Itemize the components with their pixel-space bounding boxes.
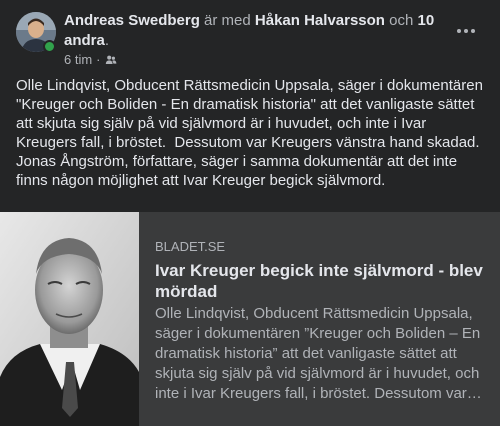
link-domain: BLADET.SE — [155, 239, 226, 254]
post-meta: 6 tim · — [64, 52, 117, 68]
meta-separator: · — [96, 52, 101, 67]
post-header-text: Andreas Swedberg är med Håkan Halvarsson… — [64, 11, 444, 51]
author-name[interactable]: Andreas Swedberg — [64, 12, 200, 29]
link-description: Olle Lindqvist, Obducent Rättsmedicin Up… — [155, 305, 481, 402]
with-text: är med — [204, 12, 251, 29]
post-header: Andreas Swedberg är med Håkan Halvarsson… — [0, 0, 500, 70]
post-body-text: Olle Lindqvist, Obducent Rättsmedicin Up… — [16, 77, 488, 189]
friends-icon[interactable] — [105, 54, 117, 66]
and-text: och — [389, 12, 414, 29]
more-options-button[interactable] — [448, 16, 484, 46]
online-status-dot — [43, 40, 56, 53]
more-dot-icon — [457, 29, 461, 33]
link-title[interactable]: Ivar Kreuger begick inte självmord - ble… — [155, 260, 485, 302]
post-time[interactable]: 6 tim — [64, 52, 92, 68]
period-text: . — [104, 32, 110, 49]
link-card-body: BLADET.SE Ivar Kreuger begick inte själv… — [155, 239, 485, 404]
more-dot-icon — [464, 29, 468, 33]
tagged-person[interactable]: Håkan Halvarsson — [255, 12, 385, 29]
more-dot-icon — [471, 29, 475, 33]
link-thumbnail — [0, 212, 139, 426]
link-preview-card[interactable]: BLADET.SE Ivar Kreuger begick inte själv… — [0, 212, 500, 426]
